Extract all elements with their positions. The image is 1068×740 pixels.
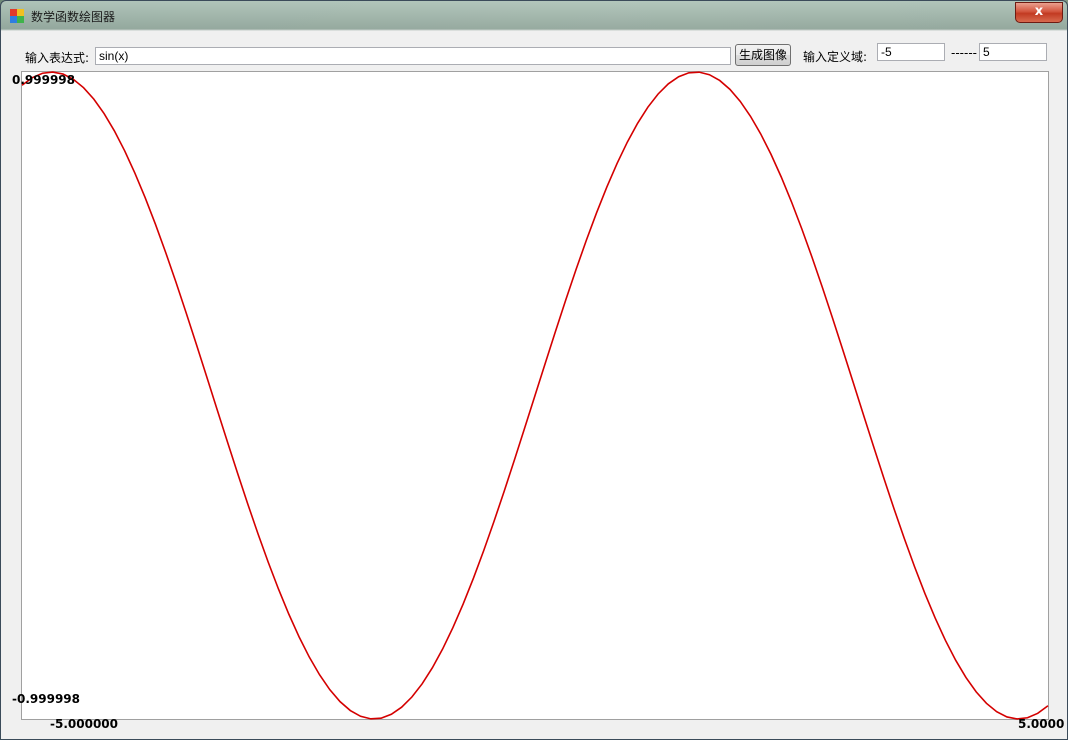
client-area: 输入表达式: sin(x) 生成图像 输入定义域: -5 ------ 5 0.… xyxy=(9,31,1064,733)
generate-button[interactable]: 生成图像 xyxy=(735,44,791,66)
plot-canvas: 0.999998 -0.999998 -5.000000 5.0000 xyxy=(12,71,1064,731)
expression-input[interactable]: sin(x) xyxy=(95,47,731,65)
expression-label: 输入表达式: xyxy=(25,51,90,65)
function-plot: 0.999998 -0.999998 -5.000000 5.0000 xyxy=(12,71,1064,731)
domain-label: 输入定义域: xyxy=(803,50,868,64)
domain-separator: ------ xyxy=(951,46,977,60)
window-title: 数学函数绘图器 xyxy=(31,10,116,24)
app-icon xyxy=(10,9,24,23)
close-icon: x xyxy=(1034,4,1044,19)
domain-min-input[interactable]: -5 xyxy=(877,43,945,61)
app-window: 数学函数绘图器 x 输入表达式: sin(x) 生成图像 输入定义域: -5 -… xyxy=(0,0,1068,740)
domain-max-input[interactable]: 5 xyxy=(979,43,1047,61)
x-min-label: -5.000000 xyxy=(50,717,118,731)
title-bar[interactable]: 数学函数绘图器 x xyxy=(1,1,1067,31)
x-max-label: 5.0000 xyxy=(1018,717,1064,731)
y-max-label: 0.999998 xyxy=(12,73,75,87)
y-min-label: -0.999998 xyxy=(12,692,80,706)
close-button[interactable]: x xyxy=(1015,2,1063,23)
function-curve xyxy=(21,71,1049,720)
